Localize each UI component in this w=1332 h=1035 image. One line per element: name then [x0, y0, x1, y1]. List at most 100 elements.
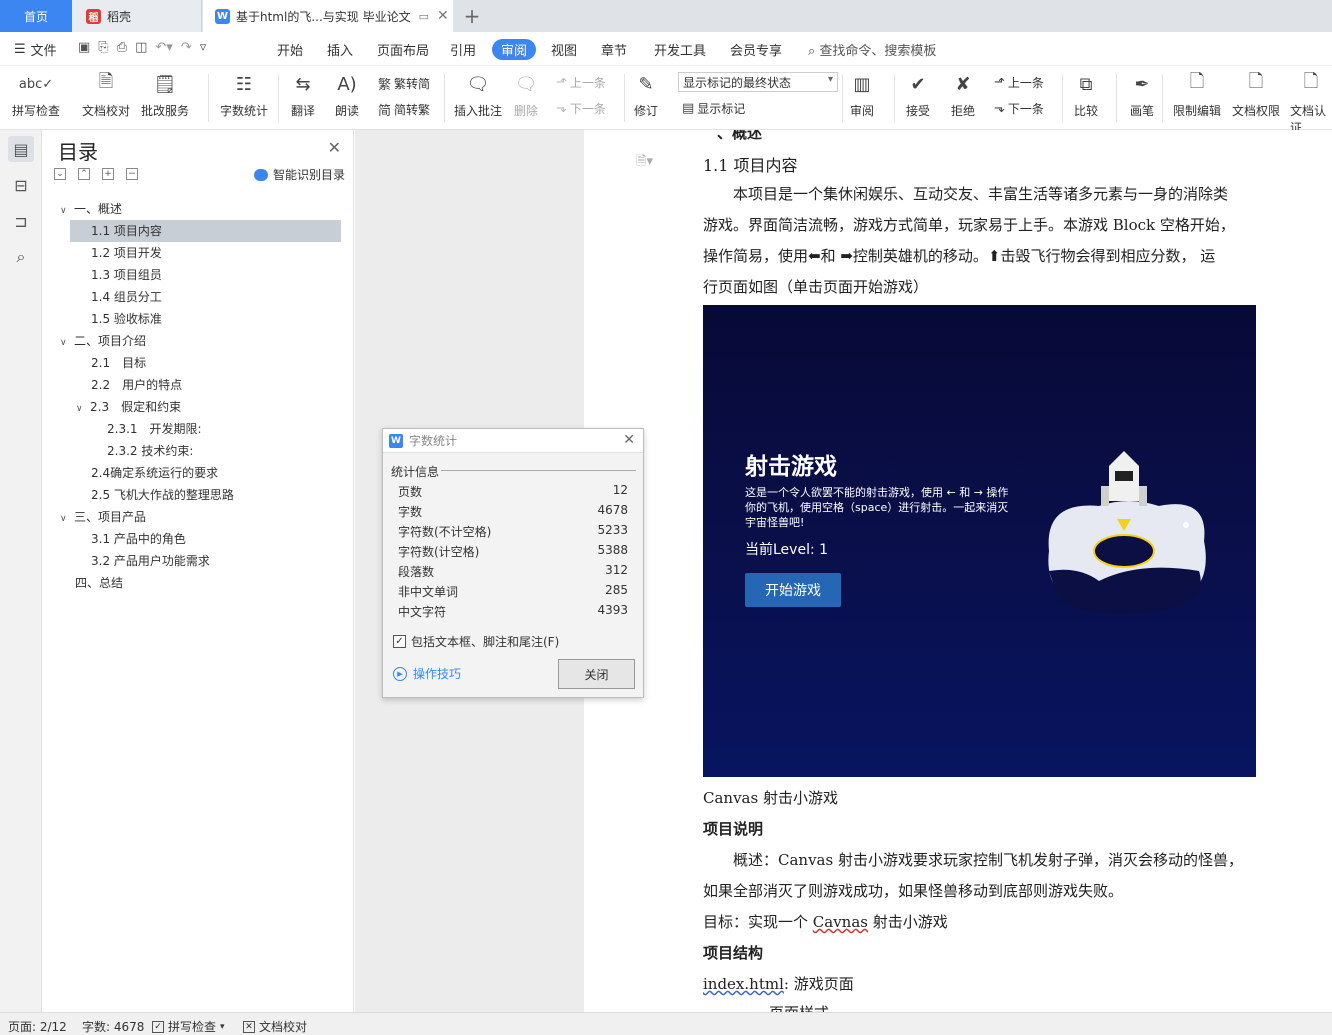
document-permission-button[interactable]: 🗋 文档权限	[1232, 70, 1280, 119]
trad-to-simp-button[interactable]: 繁 繁转简	[378, 74, 430, 93]
menu-start[interactable]: 开始	[277, 40, 303, 59]
prev-comment-button[interactable]: ⬏ 上一条	[556, 74, 606, 91]
toc-item[interactable]: ∨ 二、项目介绍	[60, 330, 146, 352]
next-comment-button[interactable]: ⬎ 下一条	[556, 100, 606, 117]
toc-item[interactable]: 1.2 项目开发	[91, 242, 162, 264]
tab-document[interactable]: W 基于html的飞...与实现 毕业论文 ▭ ✕	[203, 0, 453, 32]
page-indicator[interactable]: 页面: 2/12	[8, 1018, 67, 1035]
checkbox-checked-icon[interactable]: ✓	[393, 635, 406, 648]
tab-close-icon[interactable]: ✕	[437, 8, 449, 24]
menu-view[interactable]: 视图	[551, 40, 577, 59]
close-icon[interactable]: ✕	[328, 138, 341, 157]
status-spell-check[interactable]: ✓ 拼写检查 ▾	[152, 1018, 225, 1035]
expand-all-icon[interactable]: ⌄	[54, 168, 66, 180]
chevron-down-icon[interactable]: ∨	[60, 332, 74, 354]
insert-comment-button[interactable]: 🗨 插入批注	[454, 70, 502, 119]
accept-button[interactable]: ✔ 接受	[904, 70, 932, 119]
word-count-indicator[interactable]: 字数: 4678	[82, 1018, 144, 1035]
spell-check-button[interactable]: abc✓ 拼写检查	[12, 70, 60, 119]
remove-heading-icon[interactable]: −	[126, 168, 138, 180]
game-description: 这是一个令人欲罢不能的射击游戏，使用 ← 和 → 操作你的飞机，使用空格（spa…	[745, 486, 1009, 529]
stat-value: 4678	[597, 503, 628, 517]
image-caption: Canvas 射击小游戏	[703, 789, 838, 807]
show-markup-button[interactable]: ▤ 显示标记	[682, 100, 745, 117]
close-button[interactable]: 关闭	[558, 659, 635, 689]
toc-item[interactable]: 1.1 项目内容	[70, 220, 341, 242]
toc-item[interactable]: 1.3 项目组员	[91, 264, 162, 286]
close-icon[interactable]: ✕	[623, 432, 635, 448]
save-icon[interactable]: ▣	[78, 40, 90, 55]
chapter-nav-icon[interactable]: ⊟	[8, 172, 34, 198]
toc-item[interactable]: 1.5 验收标准	[91, 308, 162, 330]
toc-item[interactable]: 2.1 目标	[91, 352, 146, 374]
toc-item[interactable]: 3.2 产品用户功能需求	[91, 550, 210, 572]
print-icon[interactable]: ⎙	[117, 40, 127, 55]
chevron-down-icon[interactable]: ∨	[76, 398, 90, 420]
next-change-button[interactable]: ⬎ 下一条	[994, 100, 1044, 117]
translate-button[interactable]: ⇆ 翻译	[289, 70, 317, 119]
redo-icon[interactable]: ↷	[181, 40, 192, 55]
revise-service-button[interactable]: 🗒 批改服务	[141, 70, 189, 119]
find-icon[interactable]: ⌕	[8, 244, 34, 270]
toc-item[interactable]: ∨ 三、项目产品	[60, 506, 146, 528]
document-certify-button[interactable]: 🗋 文档认证	[1290, 70, 1332, 136]
reject-button[interactable]: ✘ 拒绝	[949, 70, 977, 119]
track-changes-button[interactable]: ✎ 修订	[632, 70, 660, 119]
menu-member[interactable]: 会员专享	[730, 40, 782, 59]
print-preview-icon[interactable]: ◫	[135, 40, 147, 55]
export-icon[interactable]: ⎘	[98, 40, 108, 55]
delete-comment-button[interactable]: 🗨 删除	[512, 70, 540, 119]
collapse-all-icon[interactable]: ⌃	[78, 168, 90, 180]
toc-item[interactable]: ∨ 一、概述	[60, 198, 122, 220]
menu-chapter[interactable]: 章节	[601, 40, 627, 59]
menu-developer[interactable]: 开发工具	[654, 40, 706, 59]
review-pane-button[interactable]: ▥ 审阅	[848, 70, 876, 119]
document-page[interactable]: 🗎▾ 、概述 1.1 项目内容 本项目是一个集休闲娱乐、互动交友、丰富生活等诸多…	[584, 130, 1332, 1012]
status-proofread[interactable]: ✕ 文档校对	[243, 1018, 307, 1035]
toc-item[interactable]: 四、总结	[75, 572, 123, 594]
menu-reference[interactable]: 引用	[450, 40, 476, 59]
compare-button[interactable]: ⧉ 比较	[1072, 70, 1100, 119]
toc-item[interactable]: 2.4确定系统运行的要求	[91, 462, 218, 484]
dialog-titlebar[interactable]: W 字数统计	[383, 429, 643, 453]
read-aloud-button[interactable]: A) 朗读	[333, 70, 361, 119]
prev-change-button[interactable]: ⬏ 上一条	[994, 74, 1044, 91]
simp-to-trad-button[interactable]: 简 简转繁	[378, 100, 430, 119]
add-heading-icon[interactable]: +	[102, 168, 114, 180]
include-textbox-checkbox[interactable]: ✓ 包括文本框、脚注和尾注(F)	[393, 633, 559, 650]
customize-toolbar-icon[interactable]: ▿	[200, 40, 207, 55]
review-pane-icon: ▥	[853, 73, 871, 95]
smart-toc-button[interactable]: 智能识别目录	[253, 166, 345, 183]
menu-insert[interactable]: 插入	[327, 40, 353, 59]
markup-state-select[interactable]: 显示标记的最终状态	[678, 72, 838, 92]
tips-link[interactable]: ▶ 操作技巧	[393, 665, 461, 682]
misspelled-word[interactable]: Cavnas	[813, 913, 868, 931]
window-restore-icon[interactable]: ▭	[419, 10, 429, 23]
structure-file[interactable]: index.html	[703, 975, 784, 993]
bookmark-icon[interactable]: ⊐	[8, 208, 34, 234]
toc-item[interactable]: 2.2 用户的特点	[91, 374, 182, 396]
toc-item[interactable]: 2.5 飞机大作战的整理思路	[91, 484, 234, 506]
word-count-button[interactable]: ☷ 字数统计	[220, 70, 268, 119]
pen-button[interactable]: ✒ 画笔	[1128, 70, 1156, 119]
proofread-button[interactable]: 🗎 文档校对	[82, 70, 130, 119]
file-menu[interactable]: ☰ 文件	[14, 40, 57, 59]
chevron-down-icon[interactable]: ∨	[60, 508, 74, 530]
restrict-editing-button[interactable]: 🗋 限制编辑	[1173, 70, 1221, 119]
toc-item[interactable]: 2.3.1 开发期限:	[107, 418, 202, 440]
new-tab-button[interactable]: +	[458, 0, 486, 32]
toc-item[interactable]: 3.1 产品中的角色	[91, 528, 186, 550]
toc-item[interactable]: ∨ 2.3 假定和约束	[76, 396, 181, 418]
stat-row: 中文字符 4393	[398, 603, 628, 623]
toc-panel-icon[interactable]: ▤	[8, 136, 34, 162]
paragraph-marker-icon[interactable]: 🗎▾	[636, 152, 653, 174]
toc-item[interactable]: 2.3.2 技术约束:	[107, 440, 193, 462]
command-search[interactable]: ⌕ 查找命令、搜索模板	[808, 40, 936, 59]
undo-icon[interactable]: ↶▾	[155, 40, 172, 55]
menu-review[interactable]: 审阅	[492, 39, 537, 60]
tab-home[interactable]: 首页	[0, 0, 72, 32]
toc-item[interactable]: 1.4 组员分工	[91, 286, 162, 308]
menu-layout[interactable]: 页面布局	[377, 40, 429, 59]
chevron-down-icon[interactable]: ∨	[60, 200, 74, 222]
tab-daoke[interactable]: 稻 稻壳	[72, 0, 202, 32]
